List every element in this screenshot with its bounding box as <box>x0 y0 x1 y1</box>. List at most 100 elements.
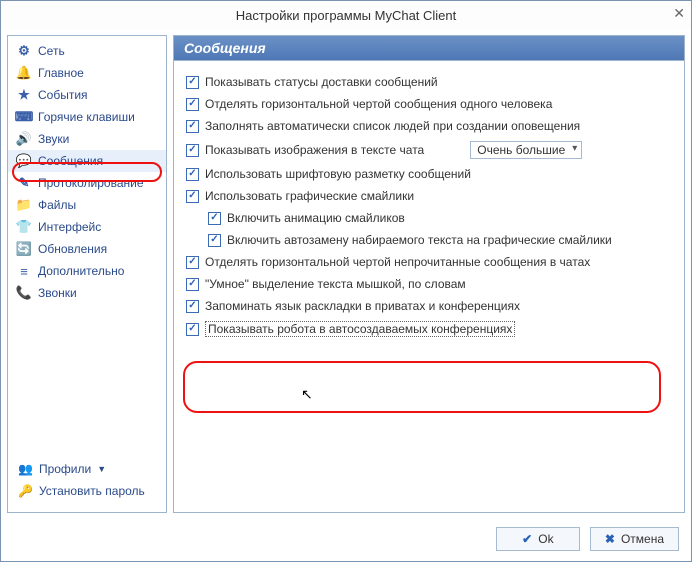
shirt-icon: 👕 <box>16 219 32 235</box>
checkbox[interactable] <box>186 98 199 111</box>
titlebar: Настройки программы MyChat Client ✕ <box>1 1 691 29</box>
sidebar-item-label: Сеть <box>38 44 65 58</box>
users-icon: 👥 <box>18 462 33 476</box>
checkbox[interactable] <box>186 168 199 181</box>
opt-label: Заполнять автоматически список людей при… <box>205 119 580 133</box>
ok-label: Ok <box>538 532 553 546</box>
cursor-icon: ↖ <box>301 386 313 403</box>
opt-remember-keyboard-layout: Запоминать язык раскладки в приватах и к… <box>186 295 672 317</box>
bell-icon: 🔔 <box>16 65 32 81</box>
star-icon: ★ <box>16 87 32 103</box>
opt-use-font-markup: Использовать шрифтовую разметку сообщени… <box>186 163 672 185</box>
sidebar-list: ⚙ Сеть 🔔 Главное ★ События ⌨ Горячие клавиши… <box>8 36 166 308</box>
sidebar-item-label: Обновления <box>38 242 107 256</box>
sidebar-item-label: Горячие клавиши <box>38 110 135 124</box>
sidebar-footer: 👥 Профили ▼ 🔑 Установить пароль <box>8 452 166 512</box>
opt-use-graphic-smilies: Использовать графические смайлики <box>186 185 672 207</box>
close-icon[interactable]: ✕ <box>673 5 685 22</box>
opt-show-images-in-chat: Показывать изображения в тексте чата Оче… <box>186 137 672 163</box>
sidebar-item-label: Сообщения <box>38 154 103 168</box>
footer: ✔ Ok ✖ Отмена <box>1 519 691 561</box>
cancel-button[interactable]: ✖ Отмена <box>590 527 679 551</box>
cancel-label: Отмена <box>621 532 664 546</box>
sidebar-item-label: События <box>38 88 88 102</box>
options-list: Показывать статусы доставки сообщений От… <box>174 61 684 353</box>
profiles-menu[interactable]: 👥 Профили ▼ <box>16 458 158 480</box>
sidebar-item-files[interactable]: 📁 Файлы <box>8 194 166 216</box>
key-icon: 🔑 <box>18 484 33 498</box>
image-size-select[interactable]: Очень большие <box>470 141 582 159</box>
checkbox[interactable] <box>208 234 221 247</box>
sidebar-item-interface[interactable]: 👕 Интерфейс <box>8 216 166 238</box>
opt-label: Отделять горизонтальной чертой сообщения… <box>205 97 552 111</box>
opt-smart-text-select: "Умное" выделение текста мышкой, по слов… <box>186 273 672 295</box>
ok-button[interactable]: ✔ Ok <box>496 527 580 551</box>
checkbox[interactable] <box>186 144 199 157</box>
select-value: Очень большие <box>477 143 565 157</box>
opt-label: Включить анимацию смайликов <box>227 211 405 225</box>
opt-enable-smilies-animation: Включить анимацию смайликов <box>186 207 672 229</box>
keyboard-icon: ⌨ <box>16 109 32 125</box>
speaker-icon: 🔊 <box>16 131 32 147</box>
checkbox[interactable] <box>186 76 199 89</box>
sidebar-item-label: Дополнительно <box>38 264 124 278</box>
window-title: Настройки программы MyChat Client <box>236 8 457 23</box>
opt-show-robot-in-auto-conf: Показывать робота в автосоздаваемых конф… <box>186 317 672 341</box>
opt-separate-line-per-person: Отделять горизонтальной чертой сообщения… <box>186 93 672 115</box>
sidebar-item-updates[interactable]: 🔄 Обновления <box>8 238 166 260</box>
sidebar-item-logging[interactable]: ✎ Протоколирование <box>8 172 166 194</box>
check-icon: ✔ <box>522 532 532 546</box>
checkbox[interactable] <box>186 323 199 336</box>
refresh-icon: 🔄 <box>16 241 32 257</box>
sidebar-item-main[interactable]: 🔔 Главное <box>8 62 166 84</box>
checkbox[interactable] <box>186 256 199 269</box>
checkbox[interactable] <box>186 300 199 313</box>
checkbox[interactable] <box>186 120 199 133</box>
opt-auto-fill-people-list: Заполнять автоматически список людей при… <box>186 115 672 137</box>
menu-icon: ≡ <box>16 263 32 279</box>
set-password[interactable]: 🔑 Установить пароль <box>16 480 158 502</box>
sidebar-item-calls[interactable]: 📞 Звонки <box>8 282 166 304</box>
phone-icon: 📞 <box>16 285 32 301</box>
opt-label: Запоминать язык раскладки в приватах и к… <box>205 299 520 313</box>
opt-label: Использовать шрифтовую разметку сообщени… <box>205 167 471 181</box>
sidebar-item-messages[interactable]: 💬 Сообщения <box>8 150 166 172</box>
chevron-down-icon: ▼ <box>97 464 106 474</box>
opt-show-delivery-status: Показывать статусы доставки сообщений <box>186 71 672 93</box>
sidebar-item-hotkeys[interactable]: ⌨ Горячие клавиши <box>8 106 166 128</box>
sidebar-item-sounds[interactable]: 🔊 Звуки <box>8 128 166 150</box>
sidebar-item-additional[interactable]: ≡ Дополнительно <box>8 260 166 282</box>
sidebar: ⚙ Сеть 🔔 Главное ★ События ⌨ Горячие клавиши… <box>7 35 167 513</box>
pencil-icon: ✎ <box>16 175 32 191</box>
checkbox[interactable] <box>208 212 221 225</box>
x-icon: ✖ <box>605 532 615 546</box>
profiles-label: Профили <box>39 462 91 476</box>
settings-window: Настройки программы MyChat Client ✕ ⚙ Сет… <box>0 0 692 562</box>
sidebar-item-label: Интерфейс <box>38 220 101 234</box>
sidebar-item-label: Протоколирование <box>38 176 144 190</box>
opt-label: Показывать изображения в тексте чата <box>205 143 424 157</box>
opt-enable-smilies-autoreplace: Включить автозамену набираемого текста н… <box>186 229 672 251</box>
opt-label: Показывать робота в автосоздаваемых конф… <box>205 321 515 337</box>
opt-label: Показывать статусы доставки сообщений <box>205 75 438 89</box>
opt-label: Включить автозамену набираемого текста н… <box>227 233 612 247</box>
sidebar-item-label: Главное <box>38 66 84 80</box>
opt-separate-unread-line: Отделять горизонтальной чертой непрочита… <box>186 251 672 273</box>
sidebar-item-label: Файлы <box>38 198 76 212</box>
checkbox[interactable] <box>186 190 199 203</box>
sidebar-item-label: Звонки <box>38 286 77 300</box>
folder-icon: 📁 <box>16 197 32 213</box>
checkbox[interactable] <box>186 278 199 291</box>
sidebar-item-network[interactable]: ⚙ Сеть <box>8 40 166 62</box>
gear-icon: ⚙ <box>16 43 32 59</box>
content-panel: Сообщения Показывать статусы доставки со… <box>173 35 685 513</box>
opt-label: "Умное" выделение текста мышкой, по слов… <box>205 277 466 291</box>
opt-label: Отделять горизонтальной чертой непрочита… <box>205 255 590 269</box>
sidebar-item-events[interactable]: ★ События <box>8 84 166 106</box>
opt-label: Использовать графические смайлики <box>205 189 414 203</box>
set-password-label: Установить пароль <box>39 484 145 498</box>
sidebar-item-label: Звуки <box>38 132 69 146</box>
body: ⚙ Сеть 🔔 Главное ★ События ⌨ Горячие клавиши… <box>1 29 691 519</box>
chat-icon: 💬 <box>16 153 32 169</box>
content-header: Сообщения <box>174 36 684 61</box>
